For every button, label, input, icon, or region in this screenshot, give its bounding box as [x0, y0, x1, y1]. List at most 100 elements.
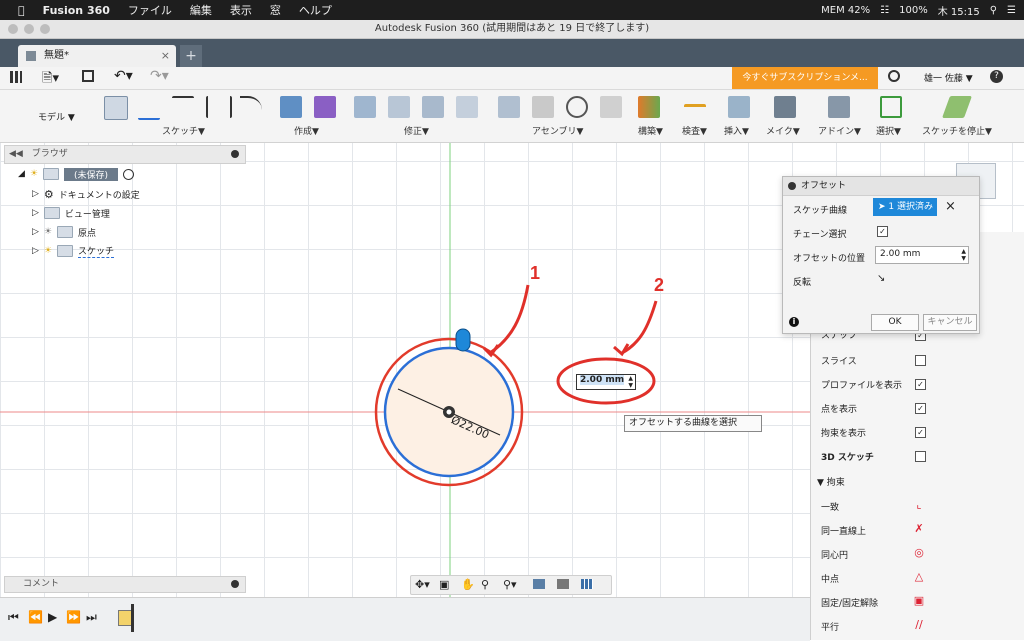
search-icon[interactable]: ⚲	[990, 5, 997, 16]
construct-group-label[interactable]: 構築▼	[638, 124, 663, 137]
lightbulb-icon[interactable]: ☀	[30, 169, 38, 179]
activate-radio-icon[interactable]	[123, 168, 135, 180]
browser-item-named-views[interactable]: ▷ ビュー管理	[32, 205, 110, 221]
go-to-end-icon[interactable]: ⏭	[86, 610, 97, 625]
joint-icon[interactable]	[532, 96, 554, 118]
browser-item-document-settings[interactable]: ▷ ⚙ ドキュメントの設定	[32, 186, 140, 202]
menu-view[interactable]: 表示	[230, 2, 252, 18]
look-at-icon[interactable]: ▣	[439, 578, 449, 591]
browser-item-sketches[interactable]: ▷ ☀ スケッチ	[32, 243, 115, 259]
clock[interactable]: 木 15:15	[938, 3, 980, 18]
press-pull-icon[interactable]	[354, 96, 376, 118]
pan-icon[interactable]: ✋	[461, 578, 475, 591]
offset-stepper-icon[interactable]: ▲ ▼	[961, 248, 966, 262]
document-tab[interactable]: 無題* ×	[18, 45, 176, 67]
measure-icon[interactable]	[684, 104, 706, 115]
insert-group-label[interactable]: 挿入▼	[724, 124, 749, 137]
grid-menu-icon[interactable]	[10, 71, 22, 83]
menu-window[interactable]: 窓	[270, 2, 281, 18]
apple-icon[interactable]: 	[18, 4, 25, 17]
chamfer-icon[interactable]	[422, 96, 444, 118]
parallel-icon[interactable]: ∕∕	[911, 618, 927, 632]
sketch-group-label[interactable]: スケッチ▼	[162, 124, 205, 137]
concentric-icon[interactable]: ◎	[911, 546, 927, 560]
offset-position-input[interactable]: 2.00 mm ▲ ▼	[875, 246, 969, 264]
zoom-window-button[interactable]	[40, 24, 50, 34]
extrude-icon[interactable]	[280, 96, 302, 118]
workspace-switcher[interactable]: モデル ▼	[38, 110, 75, 123]
wifi-icon[interactable]: ☷	[880, 5, 889, 16]
comments-options-icon[interactable]	[231, 580, 239, 588]
line-icon[interactable]	[138, 96, 160, 120]
selected-curve-button[interactable]: ➤ 1 選択済み	[873, 198, 937, 216]
flip-icon[interactable]: ↘	[877, 273, 885, 284]
show-profile-checkbox[interactable]: ✓	[915, 379, 926, 390]
browser-options-icon[interactable]	[231, 150, 239, 158]
battery-percent[interactable]: 100%	[899, 5, 928, 16]
menu-file[interactable]: ファイル	[128, 2, 172, 18]
subscribe-button[interactable]: 今すぐサブスクリプションメ...	[732, 67, 878, 89]
lightbulb-icon[interactable]: ☀	[44, 227, 52, 237]
minimize-window-button[interactable]	[24, 24, 34, 34]
file-icon[interactable]: 🗎▾	[42, 69, 59, 91]
clock-icon[interactable]	[888, 70, 900, 82]
offset-dialog-header[interactable]: オフセット	[783, 177, 979, 196]
orbit-icon[interactable]: ✥▾	[415, 578, 430, 591]
assemble-group-label[interactable]: アセンブリ▼	[532, 124, 583, 137]
inline-offset-stepper-icon[interactable]: ▲ ▼	[628, 375, 633, 389]
browser-panel-header[interactable]: ◀◀ ブラウザ	[4, 145, 246, 164]
fix-lock-icon[interactable]: ▣	[911, 594, 927, 608]
modify-group-label[interactable]: 修正▼	[404, 124, 429, 137]
mirror-icon[interactable]	[206, 96, 232, 118]
close-tab-icon[interactable]: ×	[161, 45, 170, 67]
as-built-joint-icon[interactable]	[566, 96, 588, 118]
lightbulb-icon[interactable]: ☀	[44, 246, 52, 256]
coincident-icon[interactable]: ⌞	[911, 498, 927, 512]
inline-offset-input[interactable]: 2.00 mm ▲ ▼	[576, 374, 636, 390]
fillet-icon[interactable]	[388, 96, 410, 118]
display-settings-icon[interactable]	[533, 579, 545, 589]
dimension-icon[interactable]	[172, 96, 194, 120]
motion-link-icon[interactable]	[600, 96, 622, 118]
slice-checkbox[interactable]	[915, 355, 926, 366]
fillet-sketch-icon[interactable]	[240, 96, 262, 120]
expand-icon[interactable]: ▷	[32, 189, 39, 199]
insert-image-icon[interactable]	[728, 96, 750, 118]
expand-icon[interactable]: ▷	[32, 227, 39, 237]
app-menu[interactable]: Fusion 360	[43, 4, 110, 17]
create-sketch-icon[interactable]	[104, 96, 128, 120]
menu-edit[interactable]: 編集	[190, 2, 212, 18]
user-menu[interactable]: 雄一 佐藤 ▼	[924, 71, 973, 84]
select-icon[interactable]	[880, 96, 902, 118]
collinear-icon[interactable]: ✗	[911, 522, 927, 536]
3d-sketch-checkbox[interactable]	[915, 451, 926, 462]
midpoint-icon[interactable]: △	[911, 570, 927, 584]
info-icon[interactable]: i	[789, 317, 799, 327]
new-tab-button[interactable]: +	[180, 45, 202, 67]
make-group-label[interactable]: メイク▼	[766, 124, 800, 137]
dialog-options-icon[interactable]	[788, 182, 796, 190]
step-forward-icon[interactable]: ⏩	[66, 610, 81, 624]
stop-sketch-icon[interactable]	[941, 96, 973, 118]
play-icon[interactable]: ▶	[48, 610, 57, 624]
browser-item-origin[interactable]: ▷ ☀ 原点	[32, 224, 96, 240]
timeline-marker[interactable]	[131, 604, 134, 632]
select-group-label[interactable]: 選択▼	[876, 124, 901, 137]
construct-plane-icon[interactable]	[638, 96, 660, 118]
menu-help[interactable]: ヘルプ	[299, 2, 332, 18]
expand-icon[interactable]: ◢	[18, 169, 25, 179]
3d-print-icon[interactable]	[774, 96, 796, 118]
cancel-button[interactable]: キャンセル	[923, 314, 977, 331]
close-window-button[interactable]	[8, 24, 18, 34]
undo-icon[interactable]: ↶▾	[114, 68, 133, 84]
stop-sketch-group-label[interactable]: スケッチを停止▼	[922, 124, 992, 137]
fit-icon[interactable]: ⚲▾	[503, 578, 517, 591]
step-back-icon[interactable]: ⏪	[28, 610, 43, 624]
save-icon[interactable]	[82, 70, 94, 82]
scripts-icon[interactable]	[828, 96, 850, 118]
viewports-icon[interactable]	[581, 579, 593, 589]
form-icon[interactable]	[314, 96, 336, 118]
ok-button[interactable]: OK	[871, 314, 919, 331]
component-icon[interactable]	[498, 96, 520, 118]
collapse-browser-icon[interactable]: ◀◀	[9, 149, 23, 159]
